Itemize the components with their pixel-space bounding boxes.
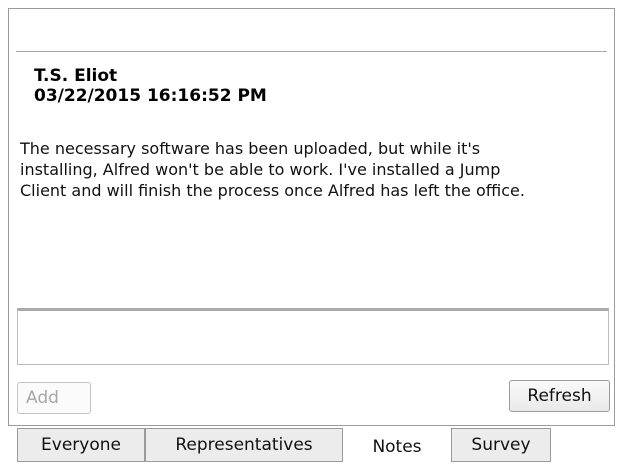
tab-representatives[interactable]: Representatives bbox=[145, 428, 343, 462]
note-input[interactable] bbox=[17, 308, 609, 365]
note-body: The necessary software has been uploaded… bbox=[20, 139, 525, 200]
tab-survey[interactable]: Survey bbox=[451, 428, 551, 462]
note-header: T.S. Eliot 03/22/2015 16:16:52 PM bbox=[34, 66, 267, 106]
tab-everyone[interactable]: Everyone bbox=[17, 428, 145, 462]
note-timestamp: 03/22/2015 16:16:52 PM bbox=[34, 86, 267, 106]
note-author: T.S. Eliot bbox=[34, 66, 118, 86]
notes-divider bbox=[16, 51, 607, 52]
tab-notes[interactable]: Notes bbox=[343, 428, 451, 462]
tab-bar: Everyone Representatives Notes Survey bbox=[17, 428, 551, 462]
add-button[interactable]: Add bbox=[17, 382, 91, 414]
refresh-button[interactable]: Refresh bbox=[509, 380, 610, 412]
